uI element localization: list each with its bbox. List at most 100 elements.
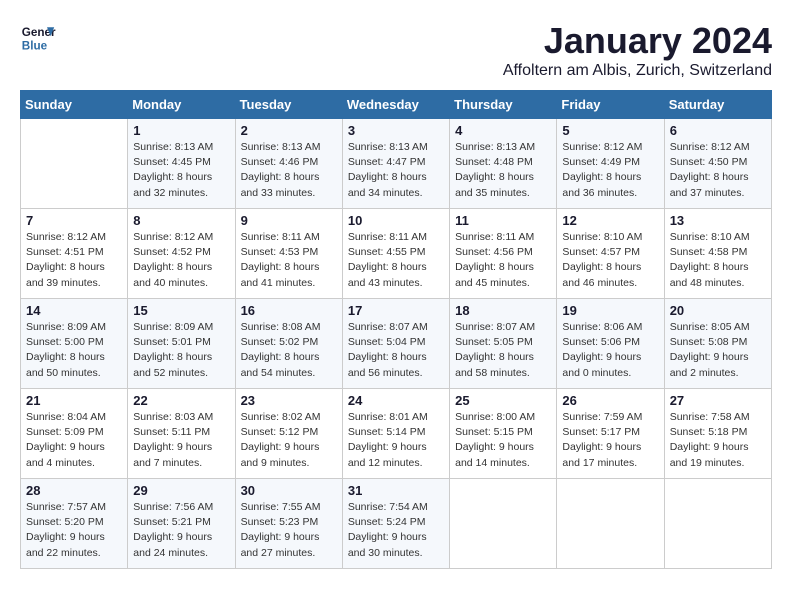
table-row: 16Sunrise: 8:08 AMSunset: 5:02 PMDayligh…	[235, 299, 342, 389]
day-number: 10	[348, 213, 444, 228]
day-info: Sunrise: 8:10 AMSunset: 4:58 PMDaylight:…	[670, 230, 766, 291]
week-row-1: 1 Sunrise: 8:13 AMSunset: 4:45 PMDaylight…	[21, 119, 772, 209]
table-row: 7 Sunrise: 8:12 AMSunset: 4:51 PMDaylight…	[21, 209, 128, 299]
table-row: 15Sunrise: 8:09 AMSunset: 5:01 PMDayligh…	[128, 299, 235, 389]
day-number: 28	[26, 483, 122, 498]
week-row-5: 28 Sunrise: 7:57 AMSunset: 5:20 PMDayligh…	[21, 479, 772, 569]
day-number: 2	[241, 123, 337, 138]
table-row: 26 Sunrise: 7:59 AMSunset: 5:17 PMDayligh…	[557, 389, 664, 479]
calendar-table: Sunday Monday Tuesday Wednesday Thursday…	[20, 90, 772, 569]
day-info: Sunrise: 8:09 AMSunset: 5:00 PMDaylight:…	[26, 320, 122, 381]
table-row: 1 Sunrise: 8:13 AMSunset: 4:45 PMDaylight…	[128, 119, 235, 209]
header-tuesday: Tuesday	[235, 91, 342, 119]
day-info: Sunrise: 8:12 AMSunset: 4:50 PMDaylight:…	[670, 140, 766, 201]
header-friday: Friday	[557, 91, 664, 119]
day-info: Sunrise: 8:02 AMSunset: 5:12 PMDaylight:…	[241, 410, 337, 471]
table-row: 13 Sunrise: 8:10 AMSunset: 4:58 PMDayligh…	[664, 209, 771, 299]
day-info: Sunrise: 7:59 AMSunset: 5:17 PMDaylight:…	[562, 410, 658, 471]
day-number: 22	[133, 393, 229, 408]
header-monday: Monday	[128, 91, 235, 119]
day-number: 11	[455, 213, 551, 228]
header-sunday: Sunday	[21, 91, 128, 119]
day-number: 8	[133, 213, 229, 228]
day-info: Sunrise: 8:13 AMSunset: 4:48 PMDaylight:…	[455, 140, 551, 201]
day-number: 17	[348, 303, 444, 318]
table-row: 25 Sunrise: 8:00 AMSunset: 5:15 PMDayligh…	[450, 389, 557, 479]
table-row: 27 Sunrise: 7:58 AMSunset: 5:18 PMDayligh…	[664, 389, 771, 479]
day-number: 14	[26, 303, 122, 318]
day-info: Sunrise: 8:00 AMSunset: 5:15 PMDaylight:…	[455, 410, 551, 471]
header-saturday: Saturday	[664, 91, 771, 119]
day-info: Sunrise: 8:13 AMSunset: 4:47 PMDaylight:…	[348, 140, 444, 201]
table-row: 3 Sunrise: 8:13 AMSunset: 4:47 PMDaylight…	[342, 119, 449, 209]
table-row: 10 Sunrise: 8:11 AMSunset: 4:55 PMDayligh…	[342, 209, 449, 299]
table-row: 5Sunrise: 8:12 AMSunset: 4:49 PMDaylight…	[557, 119, 664, 209]
day-number: 26	[562, 393, 658, 408]
day-info: Sunrise: 7:56 AMSunset: 5:21 PMDaylight:…	[133, 500, 229, 561]
day-number: 6	[670, 123, 766, 138]
day-info: Sunrise: 8:03 AMSunset: 5:11 PMDaylight:…	[133, 410, 229, 471]
day-info: Sunrise: 7:54 AMSunset: 5:24 PMDaylight:…	[348, 500, 444, 561]
table-row: 28 Sunrise: 7:57 AMSunset: 5:20 PMDayligh…	[21, 479, 128, 569]
day-number: 9	[241, 213, 337, 228]
table-row: 30Sunrise: 7:55 AMSunset: 5:23 PMDayligh…	[235, 479, 342, 569]
day-info: Sunrise: 8:12 AMSunset: 4:51 PMDaylight:…	[26, 230, 122, 291]
table-row: 12Sunrise: 8:10 AMSunset: 4:57 PMDayligh…	[557, 209, 664, 299]
day-info: Sunrise: 8:01 AMSunset: 5:14 PMDaylight:…	[348, 410, 444, 471]
table-row: 14 Sunrise: 8:09 AMSunset: 5:00 PMDayligh…	[21, 299, 128, 389]
day-info: Sunrise: 8:11 AMSunset: 4:53 PMDaylight:…	[241, 230, 337, 291]
calendar-subtitle: Affoltern am Albis, Zurich, Switzerland	[503, 62, 772, 80]
day-info: Sunrise: 7:58 AMSunset: 5:18 PMDaylight:…	[670, 410, 766, 471]
table-row: 2 Sunrise: 8:13 AMSunset: 4:46 PMDaylight…	[235, 119, 342, 209]
week-row-2: 7 Sunrise: 8:12 AMSunset: 4:51 PMDaylight…	[21, 209, 772, 299]
svg-text:Blue: Blue	[22, 40, 48, 53]
day-info: Sunrise: 8:11 AMSunset: 4:55 PMDaylight:…	[348, 230, 444, 291]
day-number: 12	[562, 213, 658, 228]
table-row	[450, 479, 557, 569]
day-number: 4	[455, 123, 551, 138]
day-info: Sunrise: 8:13 AMSunset: 4:45 PMDaylight:…	[133, 140, 229, 201]
table-row: 19Sunrise: 8:06 AMSunset: 5:06 PMDayligh…	[557, 299, 664, 389]
day-info: Sunrise: 8:13 AMSunset: 4:46 PMDaylight:…	[241, 140, 337, 201]
day-number: 31	[348, 483, 444, 498]
day-info: Sunrise: 8:04 AMSunset: 5:09 PMDaylight:…	[26, 410, 122, 471]
header-wednesday: Wednesday	[342, 91, 449, 119]
table-row: 17 Sunrise: 8:07 AMSunset: 5:04 PMDayligh…	[342, 299, 449, 389]
day-number: 29	[133, 483, 229, 498]
day-number: 7	[26, 213, 122, 228]
days-header-row: Sunday Monday Tuesday Wednesday Thursday…	[21, 91, 772, 119]
day-info: Sunrise: 8:07 AMSunset: 5:04 PMDaylight:…	[348, 320, 444, 381]
day-number: 30	[241, 483, 337, 498]
day-info: Sunrise: 8:07 AMSunset: 5:05 PMDaylight:…	[455, 320, 551, 381]
day-info: Sunrise: 8:09 AMSunset: 5:01 PMDaylight:…	[133, 320, 229, 381]
day-number: 23	[241, 393, 337, 408]
week-row-4: 21Sunrise: 8:04 AMSunset: 5:09 PMDayligh…	[21, 389, 772, 479]
day-info: Sunrise: 7:57 AMSunset: 5:20 PMDaylight:…	[26, 500, 122, 561]
title-area: January 2024 Affoltern am Albis, Zurich,…	[503, 20, 772, 80]
week-row-3: 14 Sunrise: 8:09 AMSunset: 5:00 PMDayligh…	[21, 299, 772, 389]
table-row: 9 Sunrise: 8:11 AMSunset: 4:53 PMDaylight…	[235, 209, 342, 299]
day-number: 3	[348, 123, 444, 138]
logo: General Blue	[20, 20, 56, 56]
table-row	[21, 119, 128, 209]
table-row: 6 Sunrise: 8:12 AMSunset: 4:50 PMDaylight…	[664, 119, 771, 209]
table-row: 31 Sunrise: 7:54 AMSunset: 5:24 PMDayligh…	[342, 479, 449, 569]
table-row: 29 Sunrise: 7:56 AMSunset: 5:21 PMDayligh…	[128, 479, 235, 569]
table-row: 18Sunrise: 8:07 AMSunset: 5:05 PMDayligh…	[450, 299, 557, 389]
day-info: Sunrise: 8:12 AMSunset: 4:49 PMDaylight:…	[562, 140, 658, 201]
day-number: 1	[133, 123, 229, 138]
table-row	[664, 479, 771, 569]
table-row: 21Sunrise: 8:04 AMSunset: 5:09 PMDayligh…	[21, 389, 128, 479]
day-number: 19	[562, 303, 658, 318]
day-info: Sunrise: 8:05 AMSunset: 5:08 PMDaylight:…	[670, 320, 766, 381]
day-number: 25	[455, 393, 551, 408]
header-thursday: Thursday	[450, 91, 557, 119]
day-number: 13	[670, 213, 766, 228]
day-number: 27	[670, 393, 766, 408]
table-row: 23 Sunrise: 8:02 AMSunset: 5:12 PMDayligh…	[235, 389, 342, 479]
day-info: Sunrise: 8:12 AMSunset: 4:52 PMDaylight:…	[133, 230, 229, 291]
table-row: 20Sunrise: 8:05 AMSunset: 5:08 PMDayligh…	[664, 299, 771, 389]
table-row: 22 Sunrise: 8:03 AMSunset: 5:11 PMDayligh…	[128, 389, 235, 479]
page-header: General Blue January 2024 Affoltern am A…	[20, 20, 772, 80]
table-row	[557, 479, 664, 569]
